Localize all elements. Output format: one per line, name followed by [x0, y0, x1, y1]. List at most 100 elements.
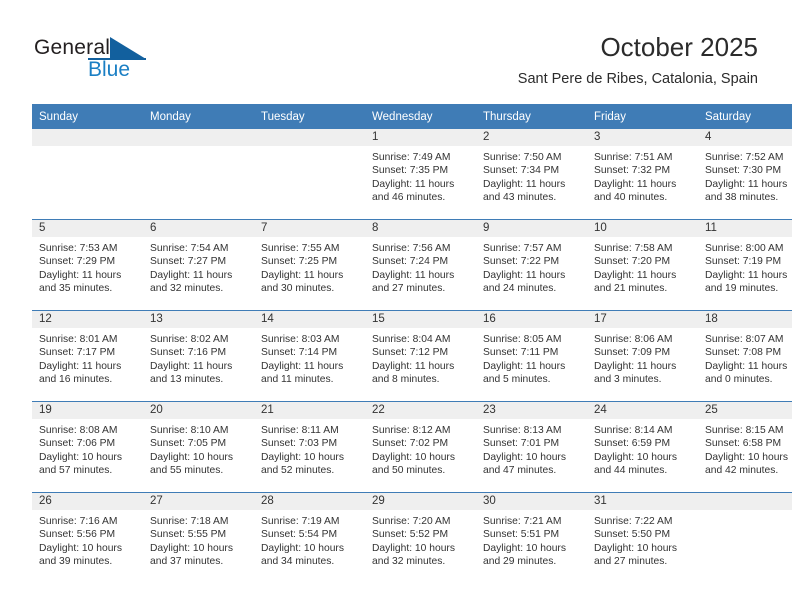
day-details: Sunrise: 8:08 AM Sunset: 7:06 PM Daylight:…: [32, 419, 143, 478]
day-cell[interactable]: 1 Sunrise: 7:49 AM Sunset: 7:35 PM Daylight…: [365, 129, 476, 220]
day-details: [143, 146, 254, 205]
day-details: Sunrise: 7:53 AM Sunset: 7:29 PM Daylight:…: [32, 237, 143, 296]
day-details: Sunrise: 8:03 AM Sunset: 7:14 PM Daylight:…: [254, 328, 365, 387]
day-cell-empty: [32, 129, 143, 220]
sunset-text: Sunset: 7:32 PM: [594, 165, 671, 177]
sunset-text: Sunset: 7:11 PM: [483, 347, 559, 359]
daylight-text-line1: Daylight: 11 hours: [39, 269, 122, 281]
sunrise-text: Sunrise: 8:15 AM: [705, 425, 784, 436]
sunset-text: Sunset: 7:24 PM: [372, 256, 449, 268]
daylight-text-line2: and 50 minutes.: [372, 465, 446, 477]
day-number: 23: [476, 402, 587, 419]
sunset-text: Sunset: 7:06 PM: [39, 438, 116, 450]
day-details: Sunrise: 7:19 AM Sunset: 5:54 PM Daylight:…: [254, 510, 365, 569]
sunset-text: Sunset: 7:34 PM: [483, 165, 560, 177]
daylight-text-line2: and 32 minutes.: [150, 283, 224, 295]
day-number: 2: [476, 129, 587, 146]
day-cell[interactable]: 7 Sunrise: 7:55 AM Sunset: 7:25 PM Daylight…: [254, 219, 365, 311]
sunset-text: Sunset: 5:50 PM: [594, 529, 671, 541]
day-cell[interactable]: 29 Sunrise: 7:20 AM Sunset: 5:52 PM Dayligh…: [365, 492, 476, 583]
day-cell[interactable]: 3 Sunrise: 7:51 AM Sunset: 7:32 PM Daylight…: [587, 129, 698, 220]
day-cell[interactable]: 17 Sunrise: 8:06 AM Sunset: 7:09 PM Dayligh…: [587, 310, 698, 402]
day-cell[interactable]: 25 Sunrise: 8:15 AM Sunset: 6:58 PM Dayligh…: [698, 401, 792, 493]
day-cell[interactable]: 22 Sunrise: 8:12 AM Sunset: 7:02 PM Dayligh…: [365, 401, 476, 493]
daylight-text-line1: Daylight: 10 hours: [261, 451, 344, 463]
daylight-text-line2: and 21 minutes.: [594, 283, 668, 295]
daylight-text-line2: and 52 minutes.: [261, 465, 335, 477]
sunset-text: Sunset: 7:01 PM: [483, 438, 560, 450]
weekday-header-tuesday: Tuesday: [254, 104, 365, 129]
day-cell[interactable]: 2 Sunrise: 7:50 AM Sunset: 7:34 PM Daylight…: [476, 129, 587, 220]
page-title: October 2025: [600, 32, 758, 62]
sunset-text: Sunset: 7:30 PM: [705, 165, 782, 177]
day-cell[interactable]: 14 Sunrise: 8:03 AM Sunset: 7:14 PM Dayligh…: [254, 310, 365, 402]
day-cell[interactable]: 16 Sunrise: 8:05 AM Sunset: 7:11 PM Dayligh…: [476, 310, 587, 402]
sunset-text: Sunset: 7:29 PM: [39, 256, 116, 268]
sunset-text: Sunset: 5:52 PM: [372, 529, 449, 541]
day-number: 21: [254, 402, 365, 419]
day-cell[interactable]: 24 Sunrise: 8:14 AM Sunset: 6:59 PM Dayligh…: [587, 401, 698, 493]
day-cell[interactable]: 5 Sunrise: 7:53 AM Sunset: 7:29 PM Daylight…: [32, 219, 143, 311]
sunrise-text: Sunrise: 8:07 AM: [705, 334, 784, 345]
daylight-text-line1: Daylight: 11 hours: [483, 178, 566, 190]
day-number: 30: [476, 493, 587, 510]
sunrise-text: Sunrise: 7:19 AM: [261, 516, 340, 527]
daylight-text-line1: Daylight: 10 hours: [372, 542, 455, 554]
page-header: General Blue October 2025 Sant Pere de R…: [0, 0, 792, 104]
sunrise-text: Sunrise: 7:21 AM: [483, 516, 562, 527]
day-cell[interactable]: 10 Sunrise: 7:58 AM Sunset: 7:20 PM Dayligh…: [587, 219, 698, 311]
day-cell[interactable]: 6 Sunrise: 7:54 AM Sunset: 7:27 PM Daylight…: [143, 219, 254, 311]
daylight-text-line2: and 44 minutes.: [594, 465, 668, 477]
sunrise-text: Sunrise: 8:06 AM: [594, 334, 673, 345]
sunrise-text: Sunrise: 7:52 AM: [705, 152, 784, 163]
day-cell[interactable]: 26 Sunrise: 7:16 AM Sunset: 5:56 PM Dayligh…: [32, 492, 143, 583]
sunrise-text: Sunrise: 8:04 AM: [372, 334, 451, 345]
day-cell[interactable]: 30 Sunrise: 7:21 AM Sunset: 5:51 PM Dayligh…: [476, 492, 587, 583]
sunrise-text: Sunrise: 7:22 AM: [594, 516, 673, 527]
day-cell[interactable]: 19 Sunrise: 8:08 AM Sunset: 7:06 PM Dayligh…: [32, 401, 143, 493]
sunset-text: Sunset: 7:12 PM: [372, 347, 449, 359]
daylight-text-line2: and 27 minutes.: [372, 283, 446, 295]
day-cell-empty: [254, 129, 365, 220]
sunset-text: Sunset: 7:09 PM: [594, 347, 671, 359]
daylight-text-line2: and 37 minutes.: [150, 556, 224, 568]
day-cell[interactable]: 13 Sunrise: 8:02 AM Sunset: 7:16 PM Dayligh…: [143, 310, 254, 402]
day-cell[interactable]: 31 Sunrise: 7:22 AM Sunset: 5:50 PM Dayligh…: [587, 492, 698, 583]
sunrise-text: Sunrise: 7:49 AM: [372, 152, 451, 163]
day-cell[interactable]: 12 Sunrise: 8:01 AM Sunset: 7:17 PM Dayligh…: [32, 310, 143, 402]
day-cell[interactable]: 20 Sunrise: 8:10 AM Sunset: 7:05 PM Dayligh…: [143, 401, 254, 493]
day-details: Sunrise: 8:10 AM Sunset: 7:05 PM Daylight:…: [143, 419, 254, 478]
sunset-text: Sunset: 5:56 PM: [39, 529, 116, 541]
day-details: [698, 510, 792, 569]
day-cell[interactable]: 11 Sunrise: 8:00 AM Sunset: 7:19 PM Dayligh…: [698, 219, 792, 311]
calendar-week-row: 1 Sunrise: 7:49 AM Sunset: 7:35 PM Daylight…: [32, 129, 792, 220]
calendar-grid: Sunday Monday Tuesday Wednesday Thursday…: [32, 104, 792, 583]
weekday-header-monday: Monday: [143, 104, 254, 129]
day-cell[interactable]: 4 Sunrise: 7:52 AM Sunset: 7:30 PM Daylight…: [698, 129, 792, 220]
day-cell[interactable]: 21 Sunrise: 8:11 AM Sunset: 7:03 PM Dayligh…: [254, 401, 365, 493]
weekday-header-friday: Friday: [587, 104, 698, 129]
sunset-text: Sunset: 7:08 PM: [705, 347, 782, 359]
day-cell[interactable]: 27 Sunrise: 7:18 AM Sunset: 5:55 PM Dayligh…: [143, 492, 254, 583]
day-cell[interactable]: 18 Sunrise: 8:07 AM Sunset: 7:08 PM Dayligh…: [698, 310, 792, 402]
day-cell[interactable]: 9 Sunrise: 7:57 AM Sunset: 7:22 PM Daylight…: [476, 219, 587, 311]
daylight-text-line1: Daylight: 10 hours: [150, 542, 233, 554]
day-cell[interactable]: 15 Sunrise: 8:04 AM Sunset: 7:12 PM Dayligh…: [365, 310, 476, 402]
daylight-text-line1: Daylight: 10 hours: [39, 451, 122, 463]
daylight-text-line1: Daylight: 10 hours: [372, 451, 455, 463]
day-cell[interactable]: 28 Sunrise: 7:19 AM Sunset: 5:54 PM Dayligh…: [254, 492, 365, 583]
daylight-text-line1: Daylight: 10 hours: [483, 542, 566, 554]
day-details: Sunrise: 8:01 AM Sunset: 7:17 PM Daylight:…: [32, 328, 143, 387]
page-subtitle: Sant Pere de Ribes, Catalonia, Spain: [517, 71, 758, 87]
sunrise-text: Sunrise: 7:54 AM: [150, 243, 229, 254]
day-number: 1: [365, 129, 476, 146]
sunrise-text: Sunrise: 7:51 AM: [594, 152, 673, 163]
day-number: 8: [365, 220, 476, 237]
day-number: 28: [254, 493, 365, 510]
day-cell[interactable]: 23 Sunrise: 8:13 AM Sunset: 7:01 PM Dayligh…: [476, 401, 587, 493]
sunset-text: Sunset: 7:16 PM: [150, 347, 227, 359]
day-cell-empty: [143, 129, 254, 220]
day-details: Sunrise: 8:14 AM Sunset: 6:59 PM Daylight:…: [587, 419, 698, 478]
day-cell[interactable]: 8 Sunrise: 7:56 AM Sunset: 7:24 PM Daylight…: [365, 219, 476, 311]
brand-logo[interactable]: General Blue: [34, 36, 254, 86]
